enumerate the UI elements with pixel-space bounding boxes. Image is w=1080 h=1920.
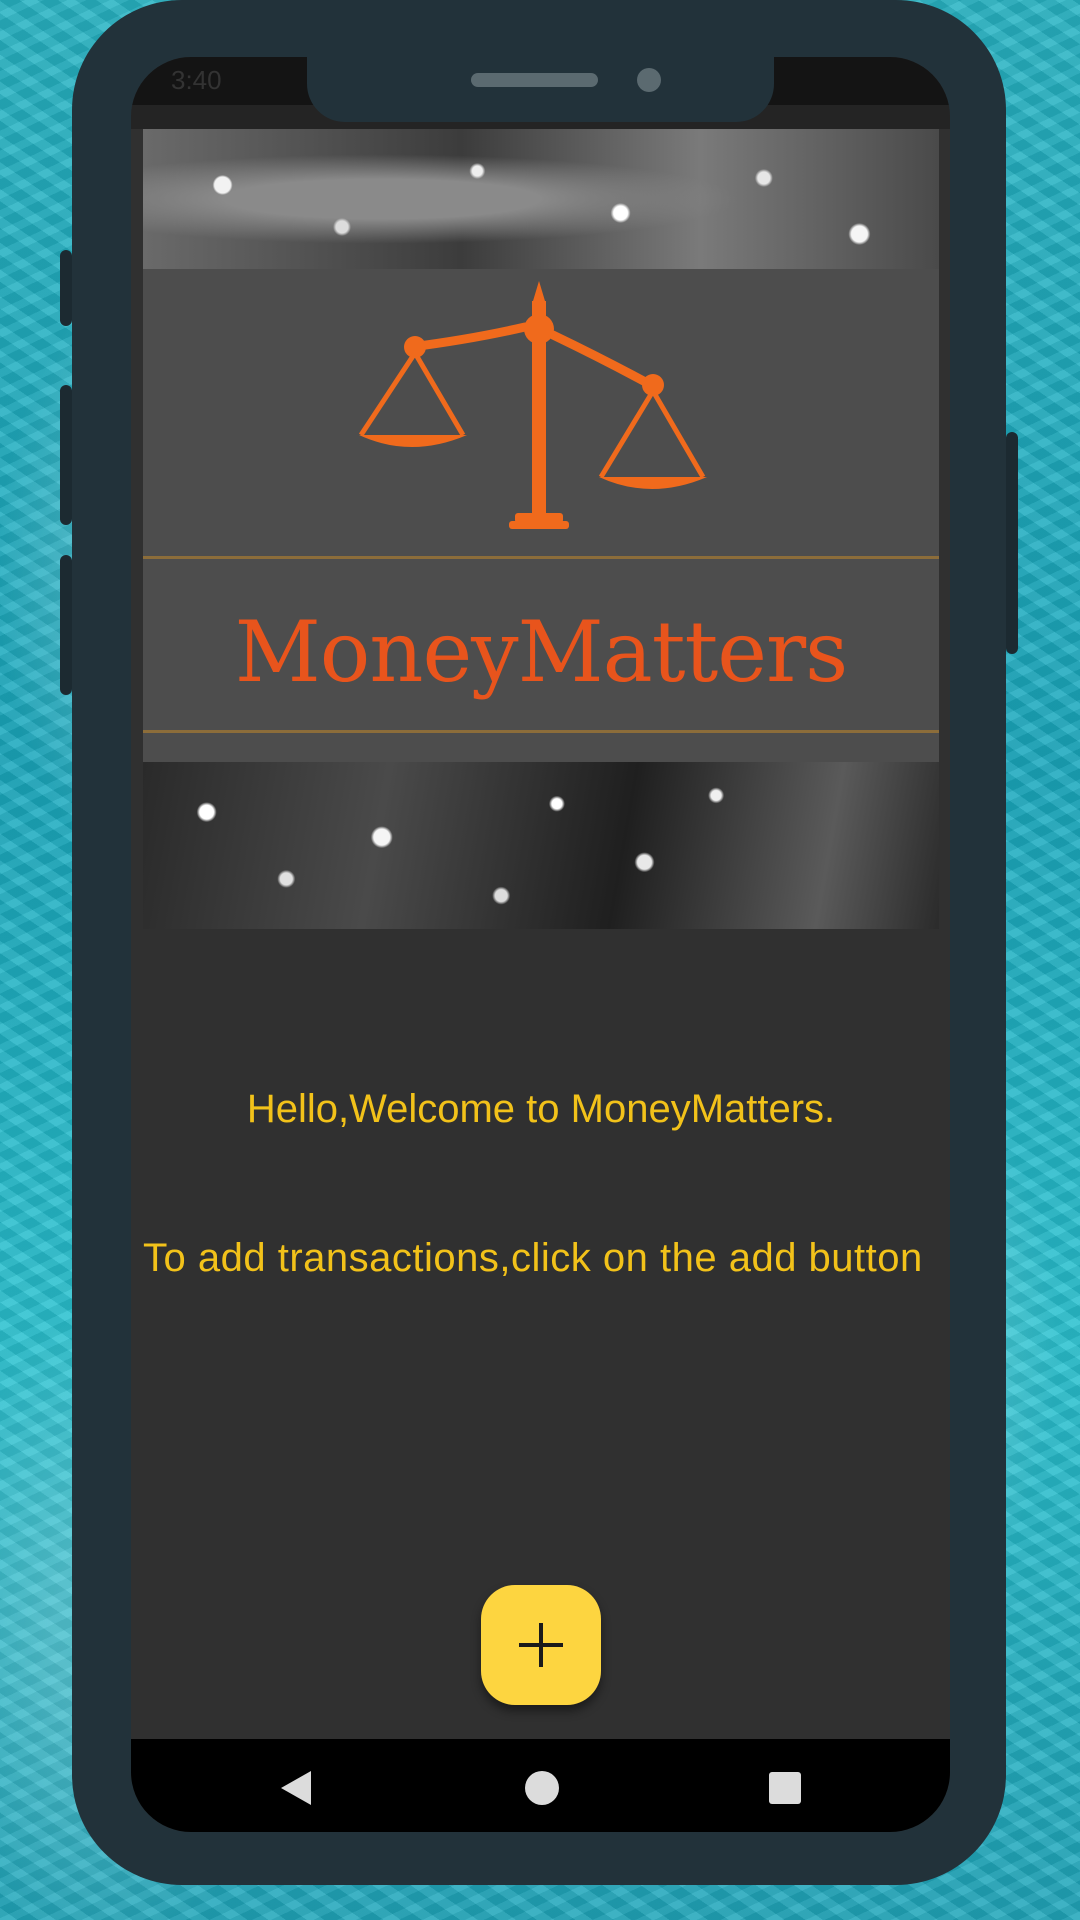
brand-name: MoneyMatters [234, 603, 848, 701]
volume-up-button [60, 250, 72, 326]
home-circle-icon[interactable] [525, 1771, 559, 1805]
phone-notch [307, 0, 774, 122]
side-button [60, 555, 72, 695]
banner-photo-bottom [143, 762, 939, 929]
banner-photo-top [143, 129, 939, 269]
add-transaction-button[interactable] [481, 1585, 601, 1705]
phone-screen: 3:40 MoneyMatters Hello,Welcome to Money… [131, 57, 950, 1832]
instruction-text: To add transactions,click on the add but… [143, 1236, 923, 1280]
logo-divider-top [143, 556, 939, 559]
power-button [1006, 432, 1018, 654]
status-time: 3:40 [171, 65, 222, 95]
back-triangle-icon[interactable] [281, 1771, 311, 1805]
logo-divider-bottom [143, 730, 939, 733]
welcome-text: Hello,Welcome to MoneyMatters. [246, 1087, 836, 1131]
plus-icon [519, 1623, 563, 1667]
front-camera [637, 68, 661, 92]
system-nav-bar [131, 1739, 950, 1832]
volume-down-button [60, 385, 72, 525]
recents-square-icon[interactable] [769, 1772, 801, 1804]
scales-of-justice-icon [358, 281, 707, 529]
logo-panel: MoneyMatters [143, 269, 939, 762]
app-banner: MoneyMatters [143, 129, 939, 929]
speaker-grille [471, 73, 598, 87]
